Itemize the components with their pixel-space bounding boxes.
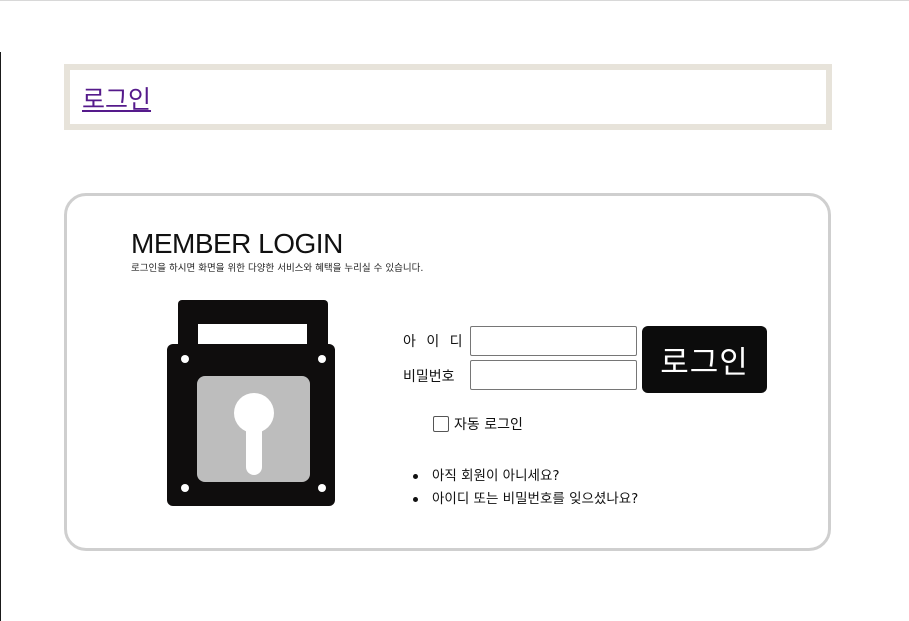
login-button[interactable]: 로그인 — [642, 326, 767, 393]
lock-slot — [198, 324, 307, 346]
auto-login-checkbox[interactable] — [433, 416, 449, 432]
member-login-subheading: 로그인을 하시면 화면을 위한 다양한 서비스와 혜택을 누리실 수 있습니다. — [131, 263, 424, 274]
page-title-box: 로그인 — [64, 64, 832, 130]
auto-login-label: 자동 로그인 — [454, 417, 523, 433]
find-account-link[interactable]: 아이디 또는 비밀번호를 잊으셨나요? — [411, 489, 638, 512]
password-input[interactable] — [470, 360, 637, 390]
help-links: 아직 회원이 아니세요? 아이디 또는 비밀번호를 잊으셨나요? — [411, 466, 638, 512]
id-input[interactable] — [470, 326, 637, 356]
lock-screw — [181, 355, 189, 363]
signup-link[interactable]: 아직 회원이 아니세요? — [411, 466, 638, 489]
keyhole-stem — [246, 415, 262, 475]
login-panel: MEMBER LOGIN 로그인을 하시면 화면을 위한 다양한 서비스와 혜택… — [64, 193, 831, 551]
auto-login-option[interactable]: 자동 로그인 — [433, 414, 523, 434]
lock-screw — [181, 484, 189, 492]
left-divider — [0, 52, 1, 621]
password-label: 비밀번호 — [403, 369, 455, 385]
lock-screw — [318, 355, 326, 363]
lock-screw — [318, 484, 326, 492]
top-divider — [0, 0, 909, 1]
lock-icon — [167, 300, 335, 506]
page-title-link[interactable]: 로그인 — [82, 80, 151, 116]
id-label: 아 이 디 — [403, 334, 466, 350]
member-login-heading: MEMBER LOGIN — [131, 228, 343, 259]
